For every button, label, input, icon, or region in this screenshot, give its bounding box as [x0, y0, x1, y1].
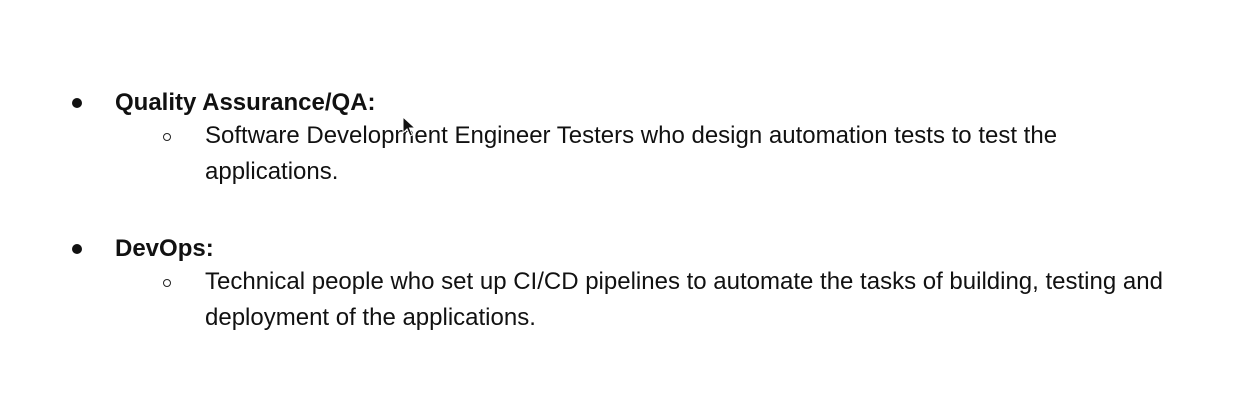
mouse-pointer-icon [402, 116, 416, 137]
list-item-header: DevOps: [70, 232, 1220, 266]
list-item-heading: Quality Assurance/QA: [115, 89, 376, 116]
list-item-header: Quality Assurance/QA: [70, 86, 1220, 120]
document-body: Quality Assurance/QA: Software Developme… [0, 0, 1254, 408]
list-item-heading: DevOps: [115, 235, 214, 262]
sub-list-item: Technical people who set up CI/CD pipeli… [70, 268, 1220, 344]
sub-list-item-text: Software Development Engineer Testers wh… [205, 122, 1058, 185]
sub-list-item-text: Technical people who set up CI/CD pipeli… [205, 268, 1163, 331]
list-item-devops: DevOps: Technical people who set up CI/C… [70, 232, 1220, 344]
bullet-icon [72, 98, 82, 108]
list-item-quality-assurance: Quality Assurance/QA: Software Developme… [70, 86, 1220, 198]
sub-bullet-icon [163, 279, 171, 287]
bullet-icon [72, 244, 82, 254]
sub-bullet-icon [163, 133, 171, 141]
sub-list-item: Software Development Engineer Testers wh… [70, 122, 1220, 198]
